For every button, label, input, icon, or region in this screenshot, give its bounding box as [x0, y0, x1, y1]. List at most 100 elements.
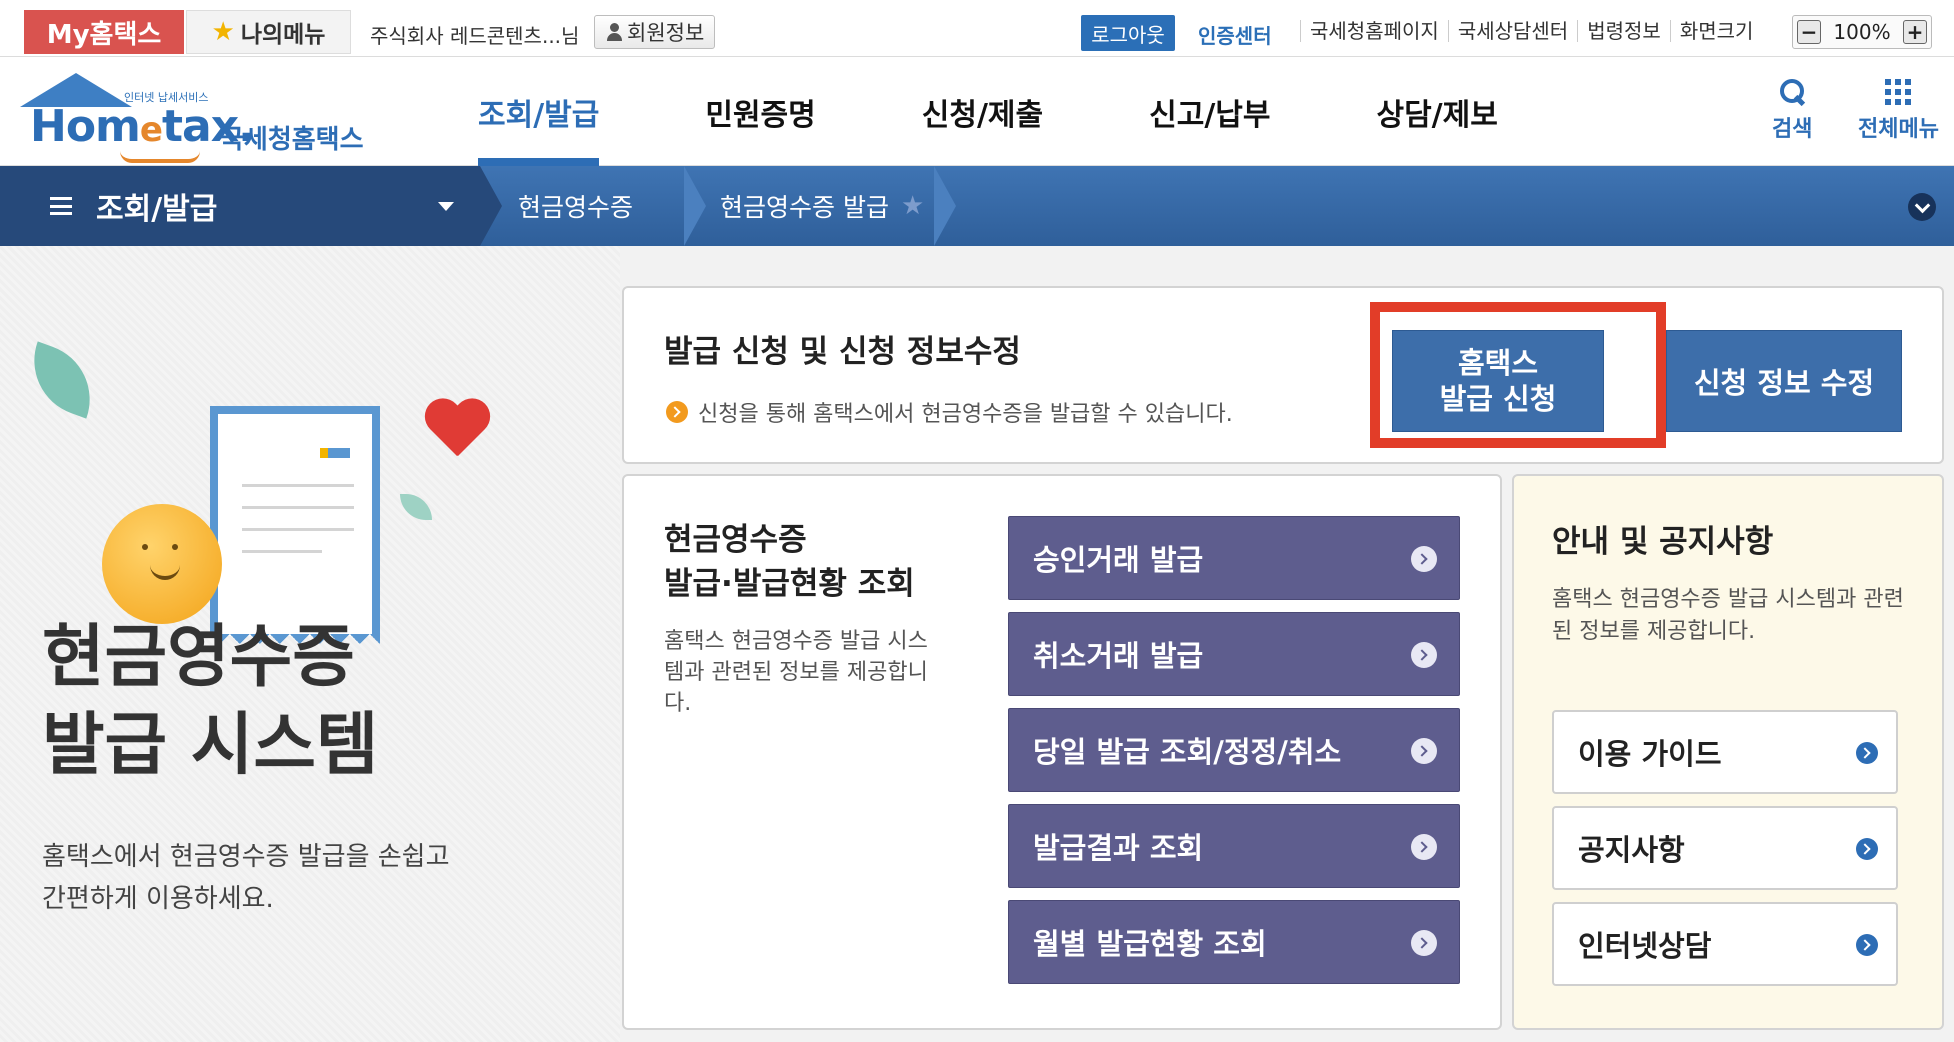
- chevron-right-icon: [1411, 738, 1437, 764]
- all-menu-button[interactable]: 전체메뉴: [1858, 77, 1939, 143]
- chevron-right-icon: [1411, 546, 1437, 572]
- logo-word-e: e: [139, 110, 163, 150]
- hero-description: 홈택스에서 현금영수증 발급을 손쉽고 간편하게 이용하세요.: [42, 836, 450, 920]
- same-day-issue-inquiry-button[interactable]: 당일 발급 조회/정정/취소: [1008, 708, 1460, 792]
- chevron-right-icon: [1411, 834, 1437, 860]
- notice-panel-description: 홈택스 현금영수증 발급 시스템과 관련된 정보를 제공합니다.: [1552, 587, 1904, 644]
- member-info-button[interactable]: 회원정보: [594, 15, 716, 49]
- company-name: 주식회사 레드콘텐츠...님: [370, 24, 580, 48]
- issue-panel-description: 홈택스 현금영수증 발급 시스템과 관련된 정보를 제공합니다.: [664, 629, 928, 716]
- breadcrumb-bar: 조회/발급 현금영수증 현금영수증 발급 ★: [0, 166, 1954, 246]
- logout-button[interactable]: 로그아웃: [1081, 15, 1175, 51]
- action-label: 취소거래 발급: [1033, 639, 1204, 673]
- receipt-icon: [210, 406, 380, 636]
- apply-panel-title: 발급 신청 및 신청 정보수정: [664, 334, 1021, 370]
- link-label: 공지사항: [1578, 833, 1685, 867]
- all-menu-label: 전체메뉴: [1858, 117, 1939, 142]
- action-label: 발급결과 조회: [1033, 831, 1204, 865]
- favorite-star-icon[interactable]: ★: [901, 191, 924, 221]
- issue-title-line1: 현금영수증: [664, 522, 807, 558]
- link-label: 이용 가이드: [1578, 737, 1722, 771]
- my-menu-button[interactable]: ★ 나의메뉴: [186, 10, 351, 54]
- nav-report-payment[interactable]: 신고/납부: [1149, 57, 1270, 166]
- nav-counsel-report[interactable]: 상담/제보: [1376, 57, 1497, 166]
- issue-title-line2: 발급·발급현황 조회: [664, 566, 915, 602]
- notices-button[interactable]: 공지사항: [1552, 806, 1898, 890]
- utility-links: 국세청홈페이지 국세상담센터 법령정보 화면크기: [1300, 20, 1762, 42]
- chevron-right-icon: [1856, 742, 1878, 764]
- action-label: 당일 발급 조회/정정/취소: [1033, 735, 1342, 769]
- hero-title-line1: 현금영수증: [42, 618, 355, 697]
- heart-icon: [422, 400, 492, 464]
- small-leaf-icon: [400, 494, 432, 520]
- chevron-right-icon: [1411, 642, 1437, 668]
- hero-section: 현금영수증 발급 시스템 홈택스에서 현금영수증 발급을 손쉽고 간편하게 이용…: [0, 246, 620, 1042]
- notice-panel: 안내 및 공지사항 홈택스 현금영수증 발급 시스템과 관련된 정보를 제공합니…: [1512, 474, 1944, 1030]
- chevron-right-icon: [1411, 930, 1437, 956]
- grid-menu-icon: [1883, 77, 1913, 107]
- breadcrumb-section-dropdown[interactable]: 조회/발급: [0, 166, 480, 246]
- arrow-circle-icon: [666, 401, 688, 423]
- link-label: 인터넷상담: [1578, 929, 1712, 963]
- hometax-logo[interactable]: 인터넷 납세서비스 Hometax. 국세청홈택스: [20, 71, 390, 163]
- main-header: 인터넷 납세서비스 Hometax. 국세청홈택스 조회/발급 민원증명 신청/…: [0, 57, 1954, 166]
- internet-counsel-button[interactable]: 인터넷상담: [1552, 902, 1898, 986]
- nts-homepage-link[interactable]: 국세청홈페이지: [1300, 20, 1448, 42]
- logo-swoosh: [120, 151, 200, 163]
- zoom-control: − 100% +: [1792, 15, 1932, 49]
- nav-civil-certificate[interactable]: 민원증명: [705, 57, 815, 166]
- cert-center-link[interactable]: 인증센터: [1198, 20, 1272, 49]
- issue-panel: 현금영수증 발급·발급현황 조회 홈택스 현금영수증 발급 시스템과 관련된 정…: [622, 474, 1502, 1030]
- apply-info-text: 신청을 통해 홈택스에서 현금영수증을 발급할 수 있습니다.: [698, 402, 1233, 427]
- modify-application-button[interactable]: 신청 정보 수정: [1666, 330, 1902, 432]
- caret-down-icon: [438, 202, 454, 211]
- cancel-transaction-issue-button[interactable]: 취소거래 발급: [1008, 612, 1460, 696]
- approved-transaction-issue-button[interactable]: 승인거래 발급: [1008, 516, 1460, 600]
- breadcrumb-level2[interactable]: 현금영수증 발급 ★: [720, 166, 924, 246]
- receipt-illustration: [18, 326, 500, 654]
- issue-result-inquiry-button[interactable]: 발급결과 조회: [1008, 804, 1460, 888]
- expand-chevron-icon[interactable]: [1908, 193, 1936, 221]
- leaf-icon: [18, 341, 106, 419]
- hero-desc-line2: 간편하게 이용하세요.: [42, 884, 274, 914]
- breadcrumb-separator: [934, 166, 956, 246]
- breadcrumb-separator: [684, 166, 706, 246]
- chevron-right-icon: [1856, 934, 1878, 956]
- logo-korean-name: 국세청홈택스: [220, 125, 364, 155]
- notice-panel-title: 안내 및 공지사항: [1552, 524, 1774, 560]
- hero-desc-line1: 홈택스에서 현금영수증 발급을 손쉽고: [42, 842, 450, 872]
- top-utility-bar: My홈택스 ★ 나의메뉴 주식회사 레드콘텐츠...님 회원정보 로그아웃 인증…: [0, 0, 1954, 57]
- monthly-issue-status-button[interactable]: 월별 발급현황 조회: [1008, 900, 1460, 984]
- action-label: 월별 발급현황 조회: [1033, 927, 1267, 961]
- logo-word-a: Hom: [30, 101, 141, 152]
- zoom-in-button[interactable]: +: [1903, 20, 1927, 44]
- search-button[interactable]: 검색: [1772, 77, 1812, 143]
- screen-size-label: 화면크기: [1669, 20, 1763, 42]
- breadcrumb-level1[interactable]: 현금영수증: [518, 166, 633, 246]
- zoom-level: 100%: [1833, 20, 1891, 44]
- main-nav: 조회/발급 민원증명 신청/제출 신고/납부 상담/제보: [478, 57, 1604, 166]
- chevron-right-icon: [1856, 838, 1878, 860]
- hero-title: 현금영수증 발급 시스템: [42, 614, 378, 790]
- person-icon: [605, 22, 623, 42]
- nav-inquiry-issue[interactable]: 조회/발급: [478, 57, 600, 166]
- search-label: 검색: [1772, 117, 1813, 142]
- tax-counsel-center-link[interactable]: 국세상담센터: [1447, 20, 1577, 42]
- smiley-icon: [102, 504, 222, 624]
- apply-info: 신청을 통해 홈택스에서 현금영수증을 발급할 수 있습니다.: [666, 396, 1233, 428]
- law-info-link[interactable]: 법령정보: [1577, 20, 1670, 42]
- hero-title-line2: 발급 시스템: [42, 706, 379, 785]
- issue-panel-title: 현금영수증 발급·발급현황 조회: [664, 518, 915, 606]
- user-guide-button[interactable]: 이용 가이드: [1552, 710, 1898, 794]
- action-label: 승인거래 발급: [1033, 543, 1204, 577]
- breadcrumb-separator: [480, 166, 502, 246]
- hamburger-icon: [50, 197, 72, 215]
- nav-application-submit[interactable]: 신청/제출: [922, 57, 1043, 166]
- search-icon: [1777, 77, 1807, 107]
- highlight-box: [1370, 302, 1666, 448]
- member-info-label: 회원정보: [627, 21, 705, 45]
- star-icon: ★: [211, 17, 235, 47]
- zoom-out-button[interactable]: −: [1797, 20, 1821, 44]
- breadcrumb-level2-label: 현금영수증 발급: [720, 193, 889, 222]
- my-hometax-button[interactable]: My홈택스: [24, 10, 184, 54]
